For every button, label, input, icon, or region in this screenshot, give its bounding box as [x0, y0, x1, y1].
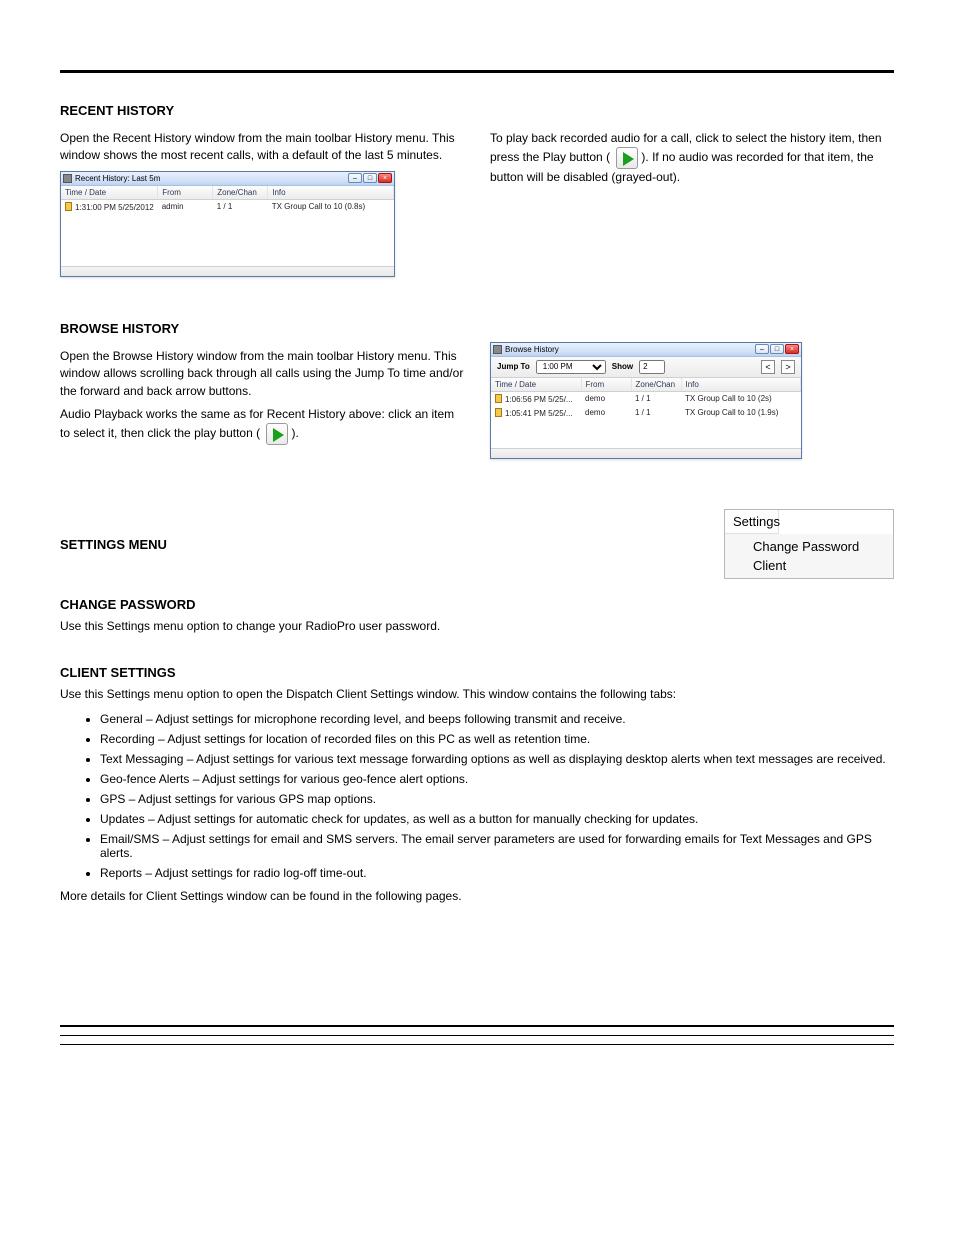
- heading-recent-history: RECENT HISTORY: [60, 103, 894, 118]
- tx-icon: [495, 394, 502, 403]
- col-from[interactable]: From: [158, 186, 213, 200]
- settings-menu-mock: Settings Change Password Client: [724, 509, 894, 579]
- window-title: Recent History: Last 5m: [75, 174, 160, 183]
- jump-to-select[interactable]: 1:00 PM: [536, 360, 606, 374]
- browse-history-window: Browse History – □ × Jump To 1:00 PM Sho…: [490, 342, 802, 459]
- list-item: Reports – Adjust settings for radio log-…: [100, 866, 894, 880]
- maximize-button[interactable]: □: [363, 173, 377, 183]
- col-from[interactable]: From: [581, 378, 631, 392]
- list-item: GPS – Adjust settings for various GPS ma…: [100, 792, 894, 806]
- status-bar: [61, 266, 394, 276]
- col-zonechan[interactable]: Zone/Chan: [631, 378, 681, 392]
- minimize-button[interactable]: –: [348, 173, 362, 183]
- settings-menu-head[interactable]: Settings: [725, 510, 779, 534]
- next-button[interactable]: >: [781, 360, 795, 374]
- bottom-rule-2: [60, 1035, 894, 1036]
- browse-history-table: Time / Date From Zone/Chan Info 1:06:56 …: [491, 378, 801, 448]
- change-password-text: Use this Settings menu option to change …: [60, 618, 894, 635]
- list-item: General – Adjust settings for microphone…: [100, 712, 894, 726]
- show-label: Show: [612, 362, 633, 371]
- client-settings-list: General – Adjust settings for microphone…: [100, 712, 894, 880]
- bottom-rule-3: [60, 1044, 894, 1045]
- prev-button[interactable]: <: [761, 360, 775, 374]
- status-bar: [491, 448, 801, 458]
- client-settings-more: More details for Client Settings window …: [60, 888, 894, 905]
- recent-history-intro: Open the Recent History window from the …: [60, 130, 464, 165]
- table-row[interactable]: 1:05:41 PM 5/25/... demo 1 / 1 TX Group …: [491, 406, 801, 420]
- recent-history-window: Recent History: Last 5m – □ × Time / Dat…: [60, 171, 395, 277]
- tx-icon: [65, 202, 72, 211]
- col-info[interactable]: Info: [681, 378, 801, 392]
- col-zonechan[interactable]: Zone/Chan: [213, 186, 268, 200]
- window-title: Browse History: [505, 345, 559, 354]
- bottom-rule-1: [60, 1025, 894, 1027]
- minimize-button[interactable]: –: [755, 344, 769, 354]
- col-time[interactable]: Time / Date: [61, 186, 158, 200]
- list-item: Geo-fence Alerts – Adjust settings for v…: [100, 772, 894, 786]
- browse-history-playback: Audio Playback works the same as for Rec…: [60, 406, 464, 445]
- table-row[interactable]: 1:31:00 PM 5/25/2012 admin 1 / 1 TX Grou…: [61, 199, 394, 214]
- list-item: Text Messaging – Adjust settings for var…: [100, 752, 894, 766]
- recent-history-playback: To play back recorded audio for a call, …: [490, 130, 894, 187]
- browse-toolbar: Jump To 1:00 PM Show < >: [491, 357, 801, 378]
- heading-browse-history: BROWSE HISTORY: [60, 321, 894, 336]
- jump-to-label: Jump To: [497, 362, 530, 371]
- app-icon: [493, 345, 502, 354]
- col-time[interactable]: Time / Date: [491, 378, 581, 392]
- list-item: Recording – Adjust settings for location…: [100, 732, 894, 746]
- client-settings-intro: Use this Settings menu option to open th…: [60, 686, 894, 703]
- play-button-icon[interactable]: [616, 147, 638, 169]
- recent-history-table: Time / Date From Zone/Chan Info 1:31:00 …: [61, 186, 394, 266]
- browse-history-intro: Open the Browse History window from the …: [60, 348, 464, 400]
- top-rule: [60, 70, 894, 73]
- play-button-icon[interactable]: [266, 423, 288, 445]
- heading-settings-menu: SETTINGS MENU: [60, 537, 616, 552]
- close-button[interactable]: ×: [378, 173, 392, 183]
- heading-change-password: CHANGE PASSWORD: [60, 597, 894, 612]
- show-input[interactable]: [639, 360, 665, 374]
- list-item: Email/SMS – Adjust settings for email an…: [100, 832, 894, 860]
- tx-icon: [495, 408, 502, 417]
- close-button[interactable]: ×: [785, 344, 799, 354]
- list-item: Updates – Adjust settings for automatic …: [100, 812, 894, 826]
- col-info[interactable]: Info: [268, 186, 394, 200]
- maximize-button[interactable]: □: [770, 344, 784, 354]
- menu-item-client[interactable]: Client: [725, 556, 893, 575]
- heading-client-settings: CLIENT SETTINGS: [60, 665, 894, 680]
- table-row[interactable]: 1:06:56 PM 5/25/... demo 1 / 1 TX Group …: [491, 391, 801, 406]
- menu-item-change-password[interactable]: Change Password: [725, 537, 893, 556]
- app-icon: [63, 174, 72, 183]
